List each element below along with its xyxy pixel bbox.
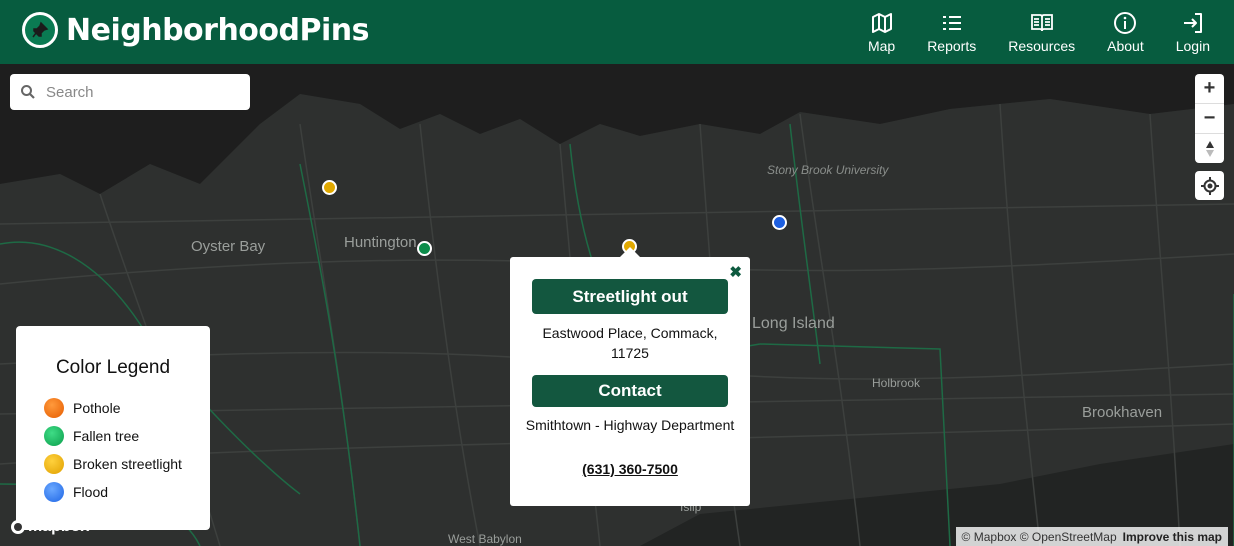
legend-dot (44, 398, 64, 418)
place-label: Holbrook (872, 376, 921, 390)
nav-map[interactable]: Map (852, 0, 911, 64)
place-label: West Babylon (448, 532, 522, 546)
legend-label: Flood (73, 484, 109, 500)
zoom-in-button[interactable]: + (1195, 74, 1224, 103)
popup-address: Eastwood Place, Commack, 11725 (542, 325, 718, 361)
map-icon (871, 12, 892, 33)
legend-label: Broken streetlight (73, 456, 182, 472)
popup-tip (620, 247, 640, 257)
nav-resources[interactable]: Resources (992, 0, 1091, 64)
map-pin-flood[interactable] (772, 215, 787, 230)
legend-dot (44, 482, 64, 502)
top-navbar: NeighborhoodPins Map Reports Resources A… (0, 0, 1234, 64)
nav-label: Resources (1008, 37, 1076, 54)
brand-name: NeighborhoodPins (66, 12, 370, 48)
place-label: Stony Brook University (767, 163, 889, 177)
mapbox-logo-text: mapbox (28, 518, 90, 535)
map-pin-streetlight[interactable] (322, 180, 337, 195)
legend-dot (44, 426, 64, 446)
locate-icon (1200, 176, 1219, 195)
place-label: Long Island (752, 315, 835, 332)
place-label: Oyster Bay (191, 238, 266, 255)
geolocate-button[interactable] (1195, 171, 1224, 200)
mapbox-logo[interactable]: mapbox (10, 518, 89, 536)
compass-button[interactable] (1195, 133, 1224, 163)
legend-label: Fallen tree (73, 428, 140, 444)
brand[interactable]: NeighborhoodPins (22, 12, 370, 48)
compass-icon (1205, 140, 1214, 157)
place-label: Huntington (344, 234, 417, 251)
locate-control (1195, 171, 1224, 200)
nav-login[interactable]: Login (1160, 0, 1226, 64)
improve-map-link[interactable]: Improve this map (1123, 530, 1222, 544)
popup-title: Streetlight out (532, 279, 728, 314)
map-attribution: © Mapbox © OpenStreetMap Improve this ma… (955, 527, 1228, 546)
book-icon (1030, 13, 1053, 31)
legend-item-flood: Flood (44, 482, 108, 502)
legend-item-broken-streetlight: Broken streetlight (44, 454, 182, 474)
legend-title: Color Legend (55, 357, 171, 378)
popup-phone-link[interactable]: (631) 360-7500 (510, 461, 750, 477)
pin-logo-icon (22, 12, 58, 48)
place-label: Brookhaven (1082, 404, 1163, 421)
zoom-out-button[interactable]: − (1195, 103, 1224, 133)
close-icon[interactable]: ✖ (729, 263, 742, 281)
attribution-text[interactable]: © Mapbox © OpenStreetMap (962, 530, 1117, 544)
popup-department: Smithtown - Highway Department (525, 417, 735, 433)
color-legend: Color Legend Pothole Fallen tree Broken … (16, 326, 210, 530)
report-popup: ✖ Streetlight out Eastwood Place, Commac… (510, 257, 750, 506)
nav-label: Map (867, 37, 896, 54)
legend-item-pothole: Pothole (44, 398, 120, 418)
search-icon (21, 85, 35, 99)
main-nav: Map Reports Resources About Login (852, 0, 1226, 64)
nav-about[interactable]: About (1091, 0, 1160, 64)
info-icon (1114, 11, 1137, 34)
nav-label: About (1107, 37, 1144, 54)
search-input[interactable] (44, 82, 238, 102)
map-pin-fallen-tree[interactable] (417, 241, 432, 256)
legend-label: Pothole (73, 400, 121, 416)
search-box (10, 74, 250, 110)
login-icon (1183, 12, 1202, 33)
legend-item-fallen-tree: Fallen tree (44, 426, 139, 446)
zoom-controls: + − (1195, 74, 1224, 163)
list-icon (942, 15, 961, 30)
nav-label: Reports (927, 37, 977, 54)
nav-reports[interactable]: Reports (911, 0, 992, 64)
popup-contact-header: Contact (532, 375, 728, 407)
mapbox-logo-icon (11, 520, 25, 534)
legend-dot (44, 454, 64, 474)
nav-label: Login (1175, 37, 1210, 54)
